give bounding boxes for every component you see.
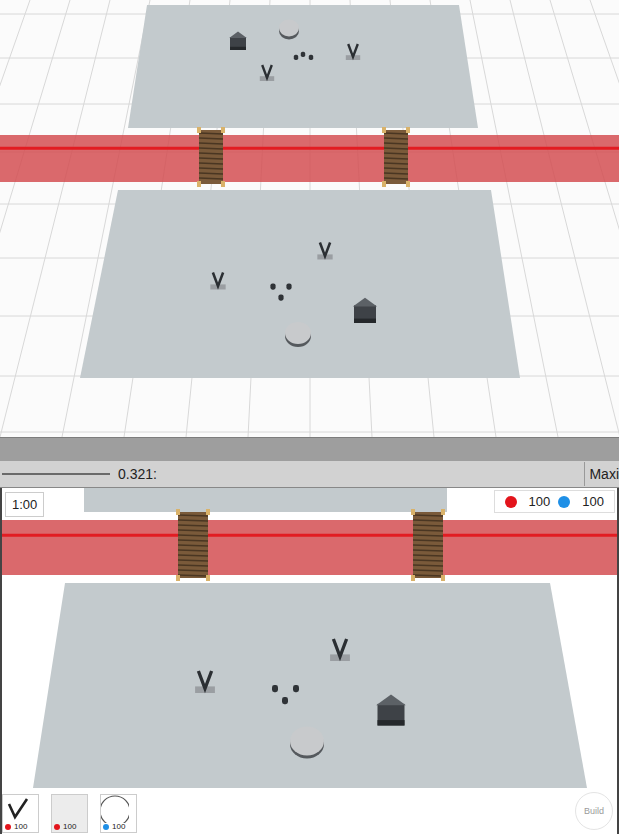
card-hand: 100 100 100 [2,794,137,833]
card-cost: 100 [103,822,125,831]
cost-value: 100 [14,822,27,831]
player-field [80,190,520,378]
maximize-toggle[interactable]: Maxi [584,462,619,486]
disk-icon [101,795,129,823]
score-panel: 100 100 [494,490,615,513]
tower-icon [330,639,350,661]
scale-value: 0.321: [118,466,157,482]
team-dot [54,824,60,830]
troops-icon [272,685,299,704]
bridge-icon [197,127,225,187]
game-view[interactable]: 1:00 100 100 100 100 100 Build [0,488,619,834]
scene-view[interactable] [0,0,619,437]
build-button[interactable]: Build [575,792,613,830]
score: 100 [558,494,604,509]
player-field [33,583,587,788]
team-dot [103,824,109,830]
troops-icon [270,283,291,300]
troops-icon [294,52,313,60]
team-dot [505,496,517,508]
team-dot [558,496,570,508]
score: 100 [505,494,551,509]
tower-icon [346,44,360,60]
cost-value: 100 [63,822,76,831]
tower-icon [3,795,31,823]
unit-card[interactable]: 100 [2,794,39,833]
disk-icon [285,322,311,347]
enemy-field [128,5,478,128]
score-value: 100 [529,494,551,509]
card-cost: 100 [54,822,76,831]
team-dot [5,824,11,830]
cost-value: 100 [112,822,125,831]
match-timer: 1:00 [5,492,44,517]
bridge-icon [382,127,410,187]
building-icon [229,32,247,50]
bridge-icon [411,509,445,581]
card-cost: 100 [5,822,27,831]
unit-card[interactable]: 100 [51,794,88,833]
tower-icon [195,671,215,693]
score-value: 100 [582,494,604,509]
panel-divider [0,437,619,461]
tower-icon [210,273,225,290]
building-icon [353,298,377,323]
disk-icon [279,20,299,40]
unit-card[interactable]: 100 [100,794,137,833]
tower-icon [317,243,332,260]
wall-icon [52,795,80,823]
tower-icon [260,65,274,81]
river [2,520,617,575]
disk-icon [290,727,324,759]
bridge-icon [176,509,210,581]
game-toolbar: 0.321: Maxi [0,461,619,488]
river [0,135,619,182]
building-icon [376,694,406,725]
scale-slider[interactable] [2,473,110,475]
enemy-field [84,488,447,512]
